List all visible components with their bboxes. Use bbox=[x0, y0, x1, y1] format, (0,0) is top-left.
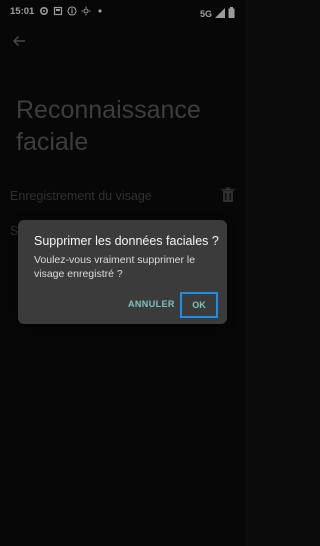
dialog-message: Voulez-vous vraiment supprimer le visage… bbox=[34, 254, 196, 280]
ok-button[interactable]: OK bbox=[180, 292, 218, 318]
cancel-button[interactable]: ANNULER bbox=[126, 296, 175, 312]
delete-face-data-dialog: Supprimer les données faciales ? Voulez-… bbox=[18, 220, 227, 324]
dialog-title: Supprimer les données faciales ? bbox=[34, 234, 219, 248]
